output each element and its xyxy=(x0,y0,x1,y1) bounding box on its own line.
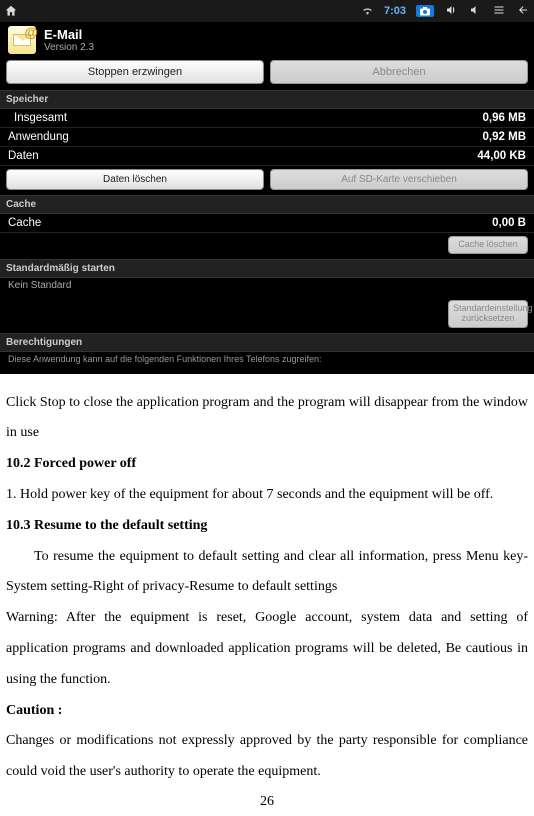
storage-button-row: Daten löschen Auf SD-Karte verschieben xyxy=(0,166,534,195)
doc-h3: Caution : xyxy=(6,696,528,727)
reset-defaults-button: Standardeinstellung zurücksetzen xyxy=(448,300,528,328)
back-icon[interactable] xyxy=(516,4,530,19)
storage-data-value: 44,00 KB xyxy=(477,150,526,162)
top-button-row: Stoppen erzwingen Abbrechen xyxy=(0,60,534,90)
doc-p4: Warning: After the equipment is reset, G… xyxy=(6,603,528,695)
move-sd-button: Auf SD-Karte verschieben xyxy=(270,169,528,190)
permissions-note: Diese Anwendung kann auf die folgenden F… xyxy=(0,352,534,374)
cache-label: Cache xyxy=(8,217,41,229)
defaults-button-row: Standardeinstellung zurücksetzen xyxy=(0,297,534,333)
cancel-button: Abbrechen xyxy=(270,60,528,84)
storage-app-value: 0,92 MB xyxy=(483,131,526,143)
clear-cache-button: Cache löschen xyxy=(448,236,528,254)
defaults-header: Standardmäßig starten xyxy=(0,259,534,278)
app-icon xyxy=(8,26,36,54)
force-stop-button[interactable]: Stoppen erzwingen xyxy=(6,60,264,84)
cache-header: Cache xyxy=(0,195,534,214)
app-title: E-Mail xyxy=(44,27,94,42)
page-number: 26 xyxy=(0,794,534,816)
defaults-none: Kein Standard xyxy=(0,278,534,297)
storage-total-row: Insgesamt 0,96 MB xyxy=(0,109,534,128)
app-header: E-Mail Version 2.3 xyxy=(0,22,534,60)
doc-p1: Click Stop to close the application prog… xyxy=(6,388,528,450)
storage-app-label: Anwendung xyxy=(8,131,69,143)
storage-data-row: Daten 44,00 KB xyxy=(0,147,534,166)
storage-header: Speicher xyxy=(0,90,534,109)
clock: 7:03 xyxy=(384,5,406,17)
home-icon[interactable] xyxy=(4,4,18,18)
cache-button-row: Cache löschen xyxy=(0,233,534,259)
menu-icon[interactable] xyxy=(492,4,506,19)
doc-p3: To resume the equipment to default setti… xyxy=(6,542,528,604)
storage-app-row: Anwendung 0,92 MB xyxy=(0,128,534,147)
cache-value: 0,00 B xyxy=(492,217,526,229)
doc-p2: 1. Hold power key of the equipment for a… xyxy=(6,480,528,511)
cache-row: Cache 0,00 B xyxy=(0,214,534,233)
storage-data-label: Daten xyxy=(8,150,39,162)
doc-h2: 10.3 Resume to the default setting xyxy=(6,511,528,542)
document-body: Click Stop to close the application prog… xyxy=(0,374,534,794)
volume-icon[interactable] xyxy=(444,4,458,19)
doc-p5: Changes or modifications not expressly a… xyxy=(6,726,528,788)
camera-icon[interactable] xyxy=(416,5,434,17)
storage-total-label: Insgesamt xyxy=(14,112,67,124)
android-app-info-screenshot: 7:03 E-Mail Version 2.3 Stoppen erz xyxy=(0,0,534,374)
status-bar: 7:03 xyxy=(0,0,534,22)
doc-h1: 10.2 Forced power off xyxy=(6,449,528,480)
app-version: Version 2.3 xyxy=(44,42,94,53)
storage-total-value: 0,96 MB xyxy=(483,112,526,124)
wifi-icon xyxy=(361,5,374,18)
volume-down-icon[interactable] xyxy=(468,4,482,19)
clear-data-button[interactable]: Daten löschen xyxy=(6,169,264,190)
permissions-header: Berechtigungen xyxy=(0,333,534,352)
